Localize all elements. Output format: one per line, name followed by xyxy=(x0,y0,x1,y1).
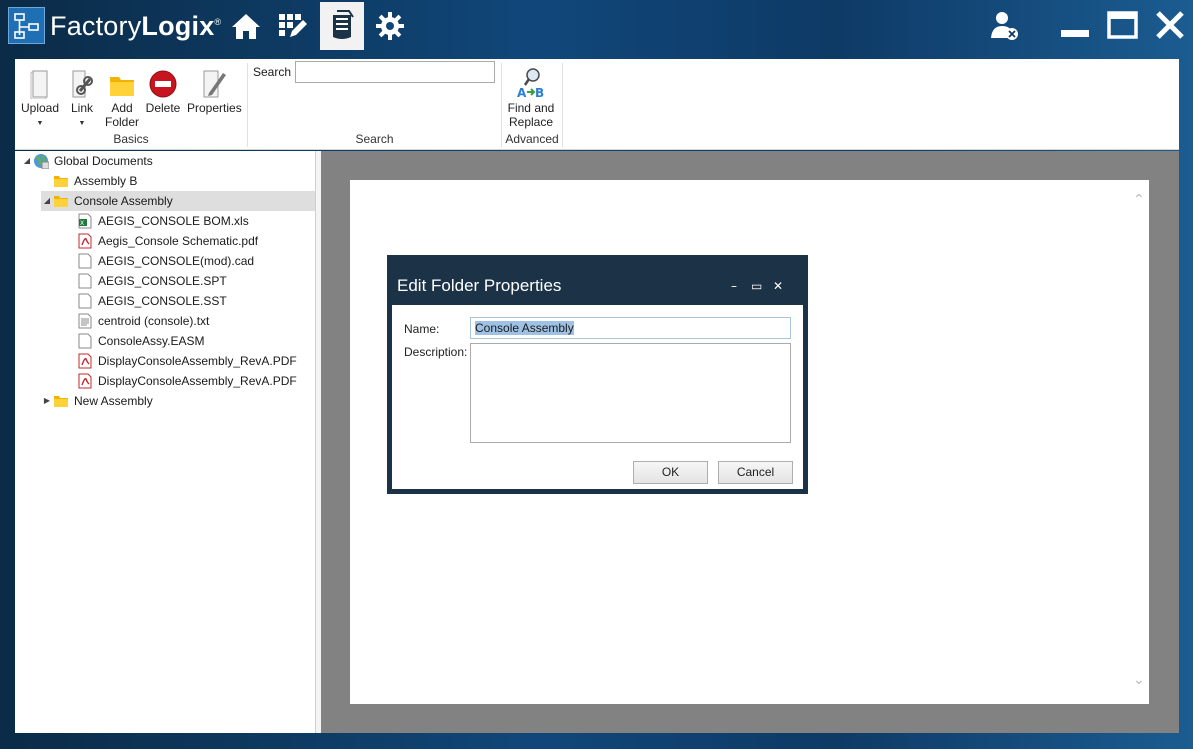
file-icon xyxy=(77,293,93,309)
delete-button[interactable]: Delete xyxy=(145,63,181,115)
tree-file-item[interactable]: AEGIS_CONSOLE.SST xyxy=(77,291,227,311)
ok-button[interactable]: OK xyxy=(633,461,708,484)
expanded-arrow-icon[interactable]: ◢ xyxy=(21,151,33,171)
add-folder-button[interactable]: Add Folder xyxy=(103,63,141,129)
properties-icon xyxy=(187,63,241,99)
document-tree: ◢ Global Documents Assembly B ◢ Console … xyxy=(15,151,316,733)
ribbon-toolbar: Upload ▼ Link ▼ Add Folder Delete Proper… xyxy=(15,59,1179,150)
app-title: FactoryLogix® xyxy=(50,11,222,41)
find-replace-icon: A B xyxy=(505,63,557,99)
file-icon xyxy=(77,273,93,289)
tree-file-item[interactable]: X AEGIS_CONSOLE BOM.xls xyxy=(77,211,249,231)
link-button[interactable]: Link ▼ xyxy=(67,63,97,131)
cancel-button[interactable]: Cancel xyxy=(718,461,793,484)
app-logo-icon xyxy=(8,7,45,44)
description-label: Description: xyxy=(404,345,468,359)
dialog-title: Edit Folder Properties xyxy=(397,276,562,295)
pdf-file-icon xyxy=(77,353,93,369)
delete-icon xyxy=(145,63,181,99)
search-input[interactable] xyxy=(295,61,495,83)
tree-file-item[interactable]: ConsoleAssy.EASM xyxy=(77,331,204,351)
user-logout-icon[interactable] xyxy=(988,8,1022,42)
tree-file-item[interactable]: Aegis_Console Schematic.pdf xyxy=(77,231,258,251)
tree-file-item[interactable]: DisplayConsoleAssembly_RevA.PDF xyxy=(77,351,297,371)
maximize-button[interactable] xyxy=(1106,8,1140,42)
tree-folder-item[interactable]: Assembly B xyxy=(41,171,137,191)
svg-text:X: X xyxy=(80,220,84,227)
advanced-group-label: Advanced xyxy=(505,132,559,146)
text-file-icon xyxy=(77,313,93,329)
pdf-file-icon xyxy=(77,373,93,389)
dialog-body: Name: Console Assembly Description: OK C… xyxy=(392,305,803,489)
link-icon xyxy=(67,63,97,99)
search-group-label: Search xyxy=(355,132,394,146)
properties-button[interactable]: Properties xyxy=(187,63,242,115)
chevron-down-icon: ▼ xyxy=(36,120,44,127)
svg-text:B: B xyxy=(535,86,544,99)
minimize-button[interactable] xyxy=(1058,8,1092,42)
description-field[interactable] xyxy=(470,343,791,443)
tree-file-item[interactable]: centroid (console).txt xyxy=(77,311,209,331)
scroll-up-icon[interactable]: ⌃ xyxy=(1133,192,1145,208)
tree-folder-item[interactable]: ▶ New Assembly xyxy=(41,391,153,411)
folder-icon xyxy=(103,63,141,99)
svg-text:A: A xyxy=(517,86,527,99)
file-icon xyxy=(77,333,93,349)
tree-root[interactable]: ◢ Global Documents xyxy=(21,151,153,171)
tree-file-item[interactable]: AEGIS_CONSOLE(mod).cad xyxy=(77,251,254,271)
dialog-minimize-button[interactable]: – xyxy=(731,279,737,293)
folder-icon xyxy=(53,193,69,209)
excel-file-icon: X xyxy=(77,213,93,229)
gear-icon[interactable] xyxy=(370,6,410,46)
home-icon[interactable] xyxy=(226,6,266,46)
folder-icon xyxy=(53,173,69,189)
edit-folder-dialog: Edit Folder Properties – ▭ ✕ Name: Conso… xyxy=(387,255,808,494)
globe-icon xyxy=(33,153,49,169)
pdf-file-icon xyxy=(77,233,93,249)
chevron-down-icon: ▼ xyxy=(78,120,86,127)
dialog-maximize-button[interactable]: ▭ xyxy=(751,279,762,293)
name-field[interactable]: Console Assembly xyxy=(470,317,791,339)
file-icon xyxy=(77,253,93,269)
grid-edit-icon[interactable] xyxy=(272,6,312,46)
title-bar: FactoryLogix® xyxy=(0,0,1193,50)
folder-icon xyxy=(53,393,69,409)
tree-file-item[interactable]: DisplayConsoleAssembly_RevA.PDF xyxy=(77,371,297,391)
tree-file-item[interactable]: AEGIS_CONSOLE.SPT xyxy=(77,271,227,291)
scroll-down-icon[interactable]: ⌄ xyxy=(1133,672,1145,688)
name-label: Name: xyxy=(404,322,440,336)
dialog-close-button[interactable]: ✕ xyxy=(773,279,783,293)
collapsed-arrow-icon[interactable]: ▶ xyxy=(41,391,53,411)
upload-icon xyxy=(19,63,61,99)
search-label: Search xyxy=(253,65,292,79)
ribbon-separator xyxy=(562,63,563,147)
app-window: FactoryLogix® Upload ▼ Link ▼ Add Folder… xyxy=(0,0,1193,749)
tree-folder-item-selected[interactable]: ◢ Console Assembly xyxy=(41,191,315,211)
close-button[interactable] xyxy=(1153,8,1187,42)
expanded-arrow-icon[interactable]: ◢ xyxy=(41,191,53,211)
basics-group-label: Basics xyxy=(113,132,149,146)
documents-icon[interactable] xyxy=(320,2,364,50)
upload-button[interactable]: Upload ▼ xyxy=(19,63,61,131)
find-replace-button[interactable]: A B Find and Replace xyxy=(505,63,557,129)
